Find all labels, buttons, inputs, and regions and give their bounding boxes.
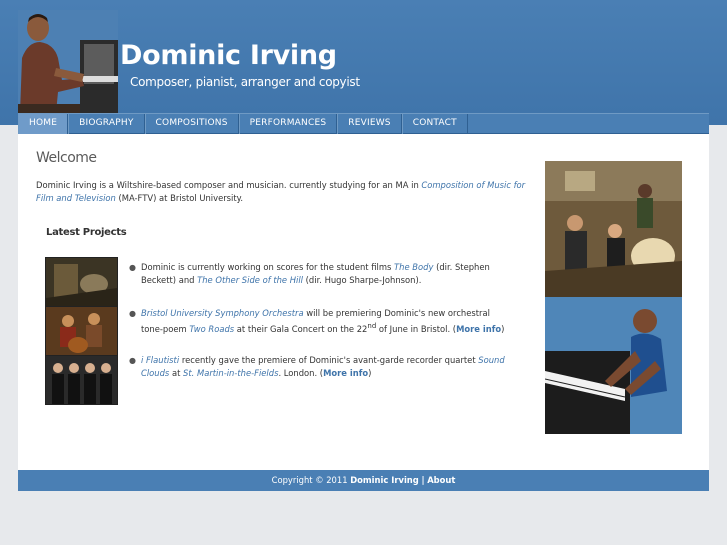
list-item: ● Bristol University Symphony Orchestra …	[129, 307, 509, 336]
project-text: at	[169, 367, 184, 378]
project-text: )	[501, 323, 505, 334]
bullet-icon: ●	[129, 355, 136, 365]
page-title: Welcome	[36, 150, 97, 166]
project-text: . London. (	[278, 367, 324, 378]
nav-compositions[interactable]: COMPOSITIONS	[144, 114, 239, 134]
footer-separator: |	[421, 475, 425, 485]
project-text: (dir. Hugo Sharpe-Johnson).	[303, 275, 422, 285]
nav-reviews[interactable]: REVIEWS	[337, 114, 402, 134]
orchestra-thumbnail	[46, 307, 117, 355]
side-photo-collage	[545, 161, 682, 434]
ordinal-suffix: nd	[367, 322, 377, 330]
main-nav: HOME BIOGRAPHY COMPOSITIONS PERFORMANCES…	[18, 113, 709, 134]
orchestra-link[interactable]: Bristol University Symphony Orchestra	[141, 308, 304, 318]
the-body-link[interactable]: The Body	[394, 262, 433, 272]
project-text: recently gave the premiere of Dominic's …	[179, 354, 479, 365]
site-tagline: Composer, pianist, arranger and copyist	[130, 75, 360, 89]
copyright-text: Copyright © 2011	[271, 475, 348, 485]
project-text: of June in Bristol. (	[376, 323, 457, 334]
more-info-link[interactable]: More info	[456, 324, 501, 334]
project-text: at their Gala Concert on the 22	[234, 323, 368, 334]
pianist-portrait-image	[18, 10, 118, 113]
site-header: Dominic Irving Composer, pianist, arrang…	[18, 0, 709, 113]
intro-text: Dominic Irving is a Wiltshire-based comp…	[36, 180, 422, 190]
footer-name-link[interactable]: Dominic Irving	[350, 475, 419, 485]
main-content: Welcome Dominic Irving is a Wiltshire-ba…	[18, 134, 709, 470]
about-link[interactable]: About	[427, 475, 455, 485]
film-thumbnail	[46, 258, 117, 306]
project-text: )	[368, 367, 372, 378]
project-text: Dominic is currently working on scores f…	[141, 262, 395, 272]
latest-projects-heading: Latest Projects	[46, 227, 127, 238]
bullet-icon: ●	[129, 309, 136, 318]
nav-performances[interactable]: PERFORMANCES	[238, 114, 338, 134]
more-info-link[interactable]: More info	[323, 368, 368, 378]
intro-paragraph: Dominic Irving is a Wiltshire-based comp…	[36, 179, 526, 205]
st-martin-link[interactable]: St. Martin-in-the-Fields	[183, 368, 278, 378]
other-side-link[interactable]: The Other Side of the Hill	[197, 275, 303, 285]
two-roads-link[interactable]: Two Roads	[189, 324, 234, 334]
nav-home[interactable]: HOME	[18, 114, 69, 134]
intro-text-end: (MA-FTV) at Bristol University.	[115, 193, 244, 203]
project-thumbnails	[45, 257, 118, 405]
list-item: ● Dominic is currently working on scores…	[129, 261, 509, 287]
quartet-thumbnail	[46, 356, 117, 404]
page-wrapper: Dominic Irving Composer, pianist, arrang…	[18, 0, 709, 470]
site-footer: Copyright © 2011 Dominic Irving | About	[18, 470, 709, 491]
list-item: ● i Flautisti recently gave the premiere…	[129, 354, 509, 380]
nav-contact[interactable]: CONTACT	[401, 114, 468, 134]
i-flautisti-link[interactable]: i Flautisti	[141, 355, 179, 365]
project-list: ● Dominic is currently working on scores…	[129, 261, 509, 380]
nav-biography[interactable]: BIOGRAPHY	[68, 114, 145, 134]
bullet-icon: ●	[129, 263, 136, 272]
site-title: Dominic Irving	[120, 40, 337, 71]
